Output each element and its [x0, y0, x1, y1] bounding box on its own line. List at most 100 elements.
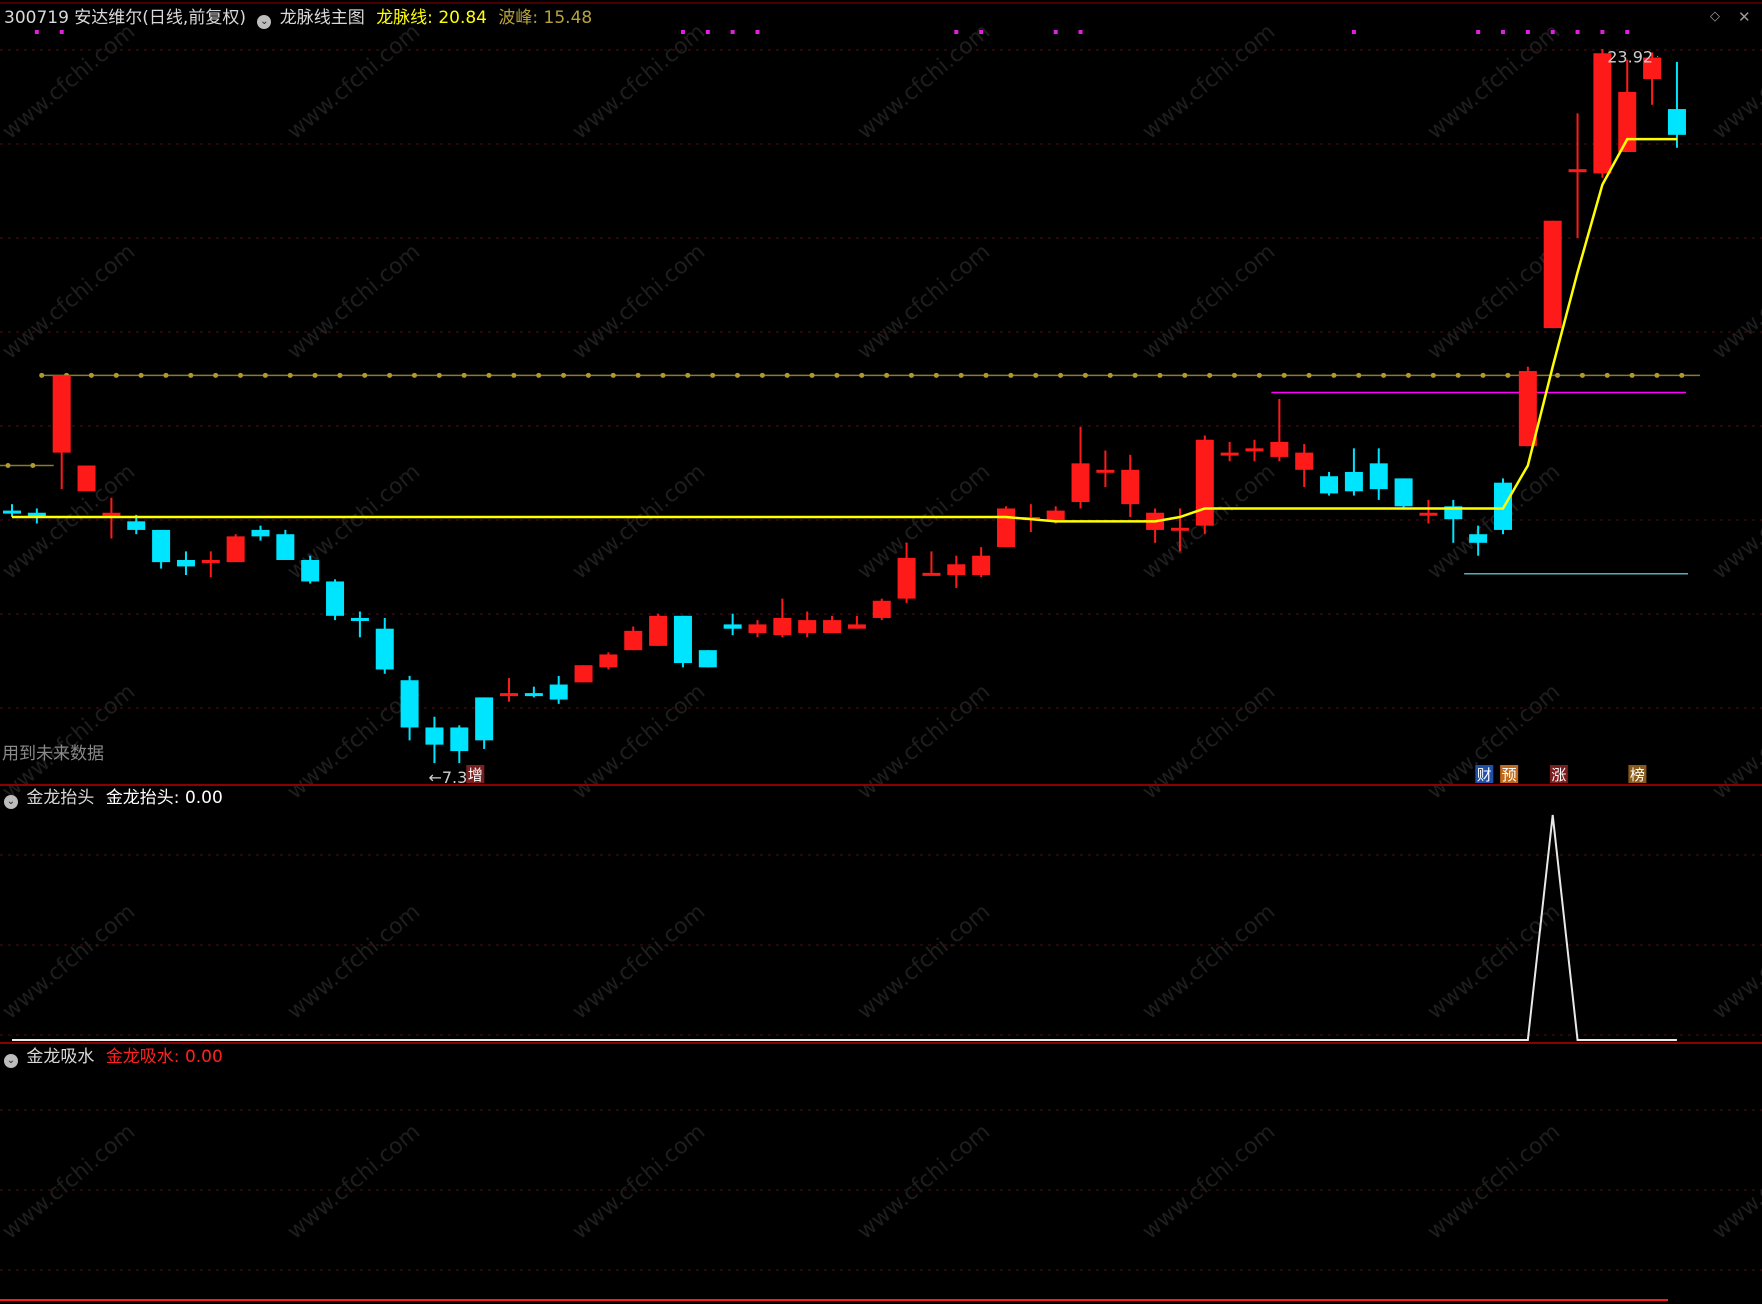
- watermark-text: www.cfchi.com: [1423, 899, 1565, 1024]
- candle-body: [251, 529, 270, 537]
- watermark-text: www.cfchi.com: [853, 19, 995, 144]
- resistance-dot: [1182, 372, 1188, 378]
- resistance-dot: [1430, 372, 1436, 378]
- candle: [1543, 220, 1562, 329]
- dropdown-circle-icon[interactable]: ⌄: [4, 795, 18, 809]
- resistance-dot: [1107, 372, 1113, 378]
- candle-body: [649, 615, 668, 646]
- candle-body: [723, 624, 742, 629]
- stock-title[interactable]: 300719 安达维尔(日线,前复权): [4, 8, 246, 28]
- top-marker: [954, 30, 959, 34]
- resistance-dot: [1480, 372, 1486, 378]
- dropdown-circle-icon[interactable]: ⌄: [257, 15, 272, 29]
- watermark-text: www.cfchi.com: [1708, 19, 1762, 144]
- main-header: 300719 安达维尔(日线,前复权) ⌄ 龙脉线主图 龙脉线: 20.84 波…: [4, 8, 592, 29]
- candle: [1518, 366, 1537, 447]
- candle-body: [673, 615, 692, 664]
- candle: [872, 598, 891, 621]
- resistance-dot: [436, 372, 442, 378]
- resistance-dot: [1331, 372, 1337, 378]
- candle-body: [1593, 53, 1612, 174]
- candle: [599, 652, 618, 670]
- watermark-text: www.cfchi.com: [283, 239, 425, 364]
- panel2-header: ⌄ 金龙抬头 金龙抬头: 0.00: [4, 788, 223, 809]
- indicator-name[interactable]: 龙脉线主图: [280, 8, 365, 28]
- candle-body: [1469, 534, 1488, 543]
- candle-body: [1245, 448, 1264, 452]
- candle: [3, 504, 21, 518]
- resistance-dot: [784, 372, 790, 378]
- top-marker: [1476, 30, 1481, 34]
- candle: [226, 534, 245, 563]
- candle: [1270, 398, 1289, 462]
- panel2-title[interactable]: 金龙抬头: [26, 788, 94, 808]
- resistance-dot: [1629, 372, 1635, 378]
- candle: [549, 675, 568, 704]
- candle: [201, 551, 220, 578]
- watermark-layer: www.cfchi.com www.cfchi.com www.cfchi.com w…: [0, 19, 1762, 1244]
- candle-body: [201, 559, 220, 563]
- candle-body: [425, 727, 444, 745]
- watermark-text: www.cfchi.com: [1708, 899, 1762, 1024]
- resistance-dot: [39, 372, 45, 378]
- candle-body: [400, 680, 419, 728]
- watermark-text: www.cfchi.com: [0, 1119, 140, 1244]
- badge: 榜: [1628, 765, 1647, 784]
- dropdown-circle-icon[interactable]: ⌄: [4, 1054, 18, 1068]
- resistance-dot: [685, 372, 691, 378]
- panel3-title[interactable]: 金龙吸水: [26, 1047, 94, 1067]
- resistance-dot: [262, 372, 268, 378]
- candle: [1667, 61, 1686, 148]
- resistance-dot: [735, 372, 740, 378]
- resistance-dot: [1455, 372, 1461, 378]
- candle: [997, 506, 1015, 548]
- candle-body: [698, 650, 717, 668]
- watermark-text: www.cfchi.com: [1138, 899, 1280, 1024]
- candle: [52, 375, 71, 490]
- candle-body: [1220, 452, 1239, 456]
- candle-body: [1667, 109, 1686, 135]
- resistance-dot: [511, 372, 517, 378]
- badge-label: 预: [1502, 766, 1517, 784]
- candlestick-chart[interactable]: www.cfchi.com www.cfchi.com www.cfchi.com w…: [0, 0, 1762, 1304]
- candle-body: [773, 617, 792, 636]
- dragon-line-label: 龙脉线:: [376, 8, 433, 28]
- top-markers: [34, 30, 1630, 34]
- candle-body: [1270, 441, 1289, 457]
- badge: 增: [466, 765, 485, 784]
- dragon-line: [12, 137, 1677, 523]
- resistance-dot: [138, 372, 144, 378]
- candle-body: [1568, 169, 1587, 173]
- watermark-text: www.cfchi.com: [0, 239, 140, 364]
- resistance-dot: [387, 372, 393, 378]
- candles: [3, 48, 1686, 764]
- top-marker: [1550, 30, 1555, 34]
- candle-body: [500, 693, 518, 697]
- close-icon[interactable]: ✕: [1738, 8, 1751, 26]
- resistance-dot: [610, 372, 616, 378]
- chart-stage: www.cfchi.com www.cfchi.com www.cfchi.com w…: [0, 0, 1762, 1304]
- candle: [972, 547, 991, 578]
- resistance-dot: [1058, 372, 1064, 378]
- candle: [152, 529, 171, 569]
- top-marker: [680, 30, 685, 34]
- top-marker: [1600, 30, 1605, 34]
- candle-body: [176, 559, 195, 567]
- candle: [574, 665, 593, 683]
- candle-body: [475, 697, 494, 741]
- candle: [1195, 435, 1214, 535]
- watermark-text: www.cfchi.com: [568, 459, 710, 584]
- candle: [1593, 48, 1612, 178]
- top-marker: [705, 30, 710, 34]
- candle: [947, 555, 966, 588]
- panel2-value: 0.00: [184, 788, 223, 808]
- candle: [400, 675, 419, 741]
- resistance-dot: [536, 372, 542, 378]
- candle-body: [276, 534, 295, 560]
- candle-body: [997, 508, 1015, 548]
- candle: [500, 678, 518, 702]
- watermark-text: www.cfchi.com: [283, 19, 425, 144]
- watermark-text: www.cfchi.com: [1138, 1119, 1280, 1244]
- maximize-icon[interactable]: ◇: [1710, 9, 1720, 24]
- resistance-dot: [1281, 372, 1287, 378]
